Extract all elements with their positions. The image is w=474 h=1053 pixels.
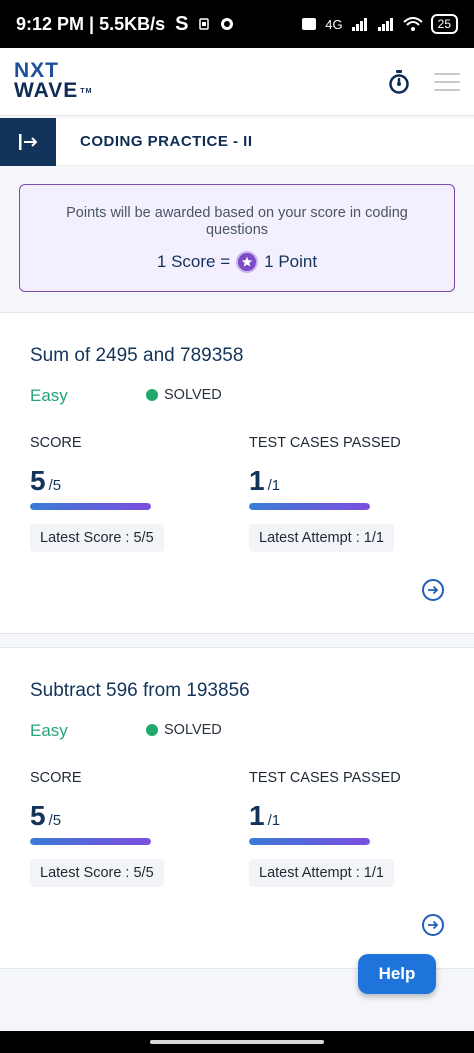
tests-value: 1 /1 [249, 800, 449, 832]
tests-value: 1 /1 [249, 465, 449, 497]
wifi-icon [402, 17, 423, 31]
tests-label: TEST CASES PASSED [249, 770, 401, 786]
problem-card[interactable]: Subtract 596 from 193856 Easy SOLVED SCO… [0, 647, 474, 969]
volte-icon [302, 18, 317, 30]
app-header: NXT WAVE TM [0, 48, 474, 116]
score-label: SCORE [30, 770, 82, 786]
stopwatch-icon[interactable] [388, 69, 410, 94]
tests-progress-bar [249, 838, 370, 845]
tests-metric: TEST CASES PASSED 1 /1 Latest Attempt : … [249, 770, 449, 887]
system-status-bar: 9:12 PM | 5.5KB/s S 4G 25 [0, 0, 474, 48]
network-type: 4G [325, 16, 343, 32]
arrow-right-circle-icon[interactable] [422, 579, 444, 601]
status-right: 4G 25 [301, 14, 458, 34]
latest-attempt-badge: Latest Attempt : 1/1 [249, 859, 394, 887]
solved-status: SOLVED [146, 722, 222, 738]
score-conversion: 1 Score = 1 Point [20, 251, 454, 273]
hamburger-menu-icon[interactable] [434, 72, 460, 91]
help-button[interactable]: Help [358, 954, 436, 994]
score-metric: SCORE 5 /5 Latest Score : 5/5 [30, 770, 230, 887]
solved-status: SOLVED [146, 387, 222, 403]
tests-total: /1 [267, 812, 281, 829]
score-number: 5 [30, 465, 46, 496]
tests-label: TEST CASES PASSED [249, 435, 401, 451]
points-info-text: Points will be awarded based on your sco… [66, 205, 408, 238]
tests-number: 1 [249, 465, 265, 496]
header-actions [388, 69, 460, 94]
app-notification-icon [221, 18, 234, 30]
logo-trademark: TM [80, 87, 93, 95]
logo-line-1: NXT [14, 59, 59, 83]
star-coin-icon [236, 251, 259, 273]
problem-card[interactable]: Sum of 2495 and 789358 Easy SOLVED SCORE… [0, 312, 474, 634]
tests-progress-bar [249, 503, 370, 510]
home-gesture-handle[interactable] [150, 1040, 324, 1044]
status-text: SOLVED [164, 387, 222, 403]
problem-title[interactable]: Sum of 2495 and 789358 [30, 345, 243, 367]
sidebar-toggle-button[interactable] [0, 117, 56, 166]
score-progress-fill [30, 503, 151, 510]
status-text: SOLVED [164, 722, 222, 738]
battery-indicator: 25 [430, 14, 458, 34]
score-total: /5 [48, 477, 62, 494]
score-total: /5 [48, 812, 62, 829]
difficulty-label: Easy [30, 721, 68, 740]
solved-dot-icon [146, 389, 158, 401]
system-navigation-bar [0, 1031, 474, 1053]
score-value: 5 /5 [30, 465, 230, 497]
score-progress-bar [30, 838, 151, 845]
arrow-right-circle-icon[interactable] [422, 914, 444, 936]
page-title: CODING PRACTICE - II [80, 133, 253, 150]
logo-line-2: WAVE TM [14, 79, 93, 103]
score-conversion-right: 1 Point [264, 252, 318, 271]
score-progress-fill [30, 838, 151, 845]
score-conversion-left: 1 Score = [156, 252, 231, 271]
solved-dot-icon [146, 724, 158, 736]
latest-attempt-badge: Latest Attempt : 1/1 [249, 524, 394, 552]
points-info-box: Points will be awarded based on your sco… [19, 184, 455, 292]
signal-icon-2 [377, 18, 393, 31]
problem-title[interactable]: Subtract 596 from 193856 [30, 680, 250, 702]
score-metric: SCORE 5 /5 Latest Score : 5/5 [30, 435, 230, 552]
time-and-speed: 9:12 PM | 5.5KB/s [16, 13, 166, 34]
score-progress-bar [30, 503, 151, 510]
latest-score-badge: Latest Score : 5/5 [30, 859, 164, 887]
status-left: 9:12 PM | 5.5KB/s S [16, 13, 234, 36]
s-notification-icon: S [175, 12, 189, 35]
nxtwave-logo[interactable]: NXT WAVE TM [14, 59, 93, 103]
tests-progress-fill [249, 503, 370, 510]
sim-notification-icon [199, 18, 210, 30]
latest-score-badge: Latest Score : 5/5 [30, 524, 164, 552]
difficulty-label: Easy [30, 386, 68, 405]
page-titlebar: CODING PRACTICE - II [0, 117, 474, 166]
signal-icon-1 [351, 18, 367, 31]
score-number: 5 [30, 800, 46, 831]
score-label: SCORE [30, 435, 82, 451]
score-value: 5 /5 [30, 800, 230, 832]
sidebar-expand-icon [19, 133, 38, 150]
tests-number: 1 [249, 800, 265, 831]
tests-total: /1 [267, 477, 281, 494]
tests-metric: TEST CASES PASSED 1 /1 Latest Attempt : … [249, 435, 449, 552]
tests-progress-fill [249, 838, 370, 845]
